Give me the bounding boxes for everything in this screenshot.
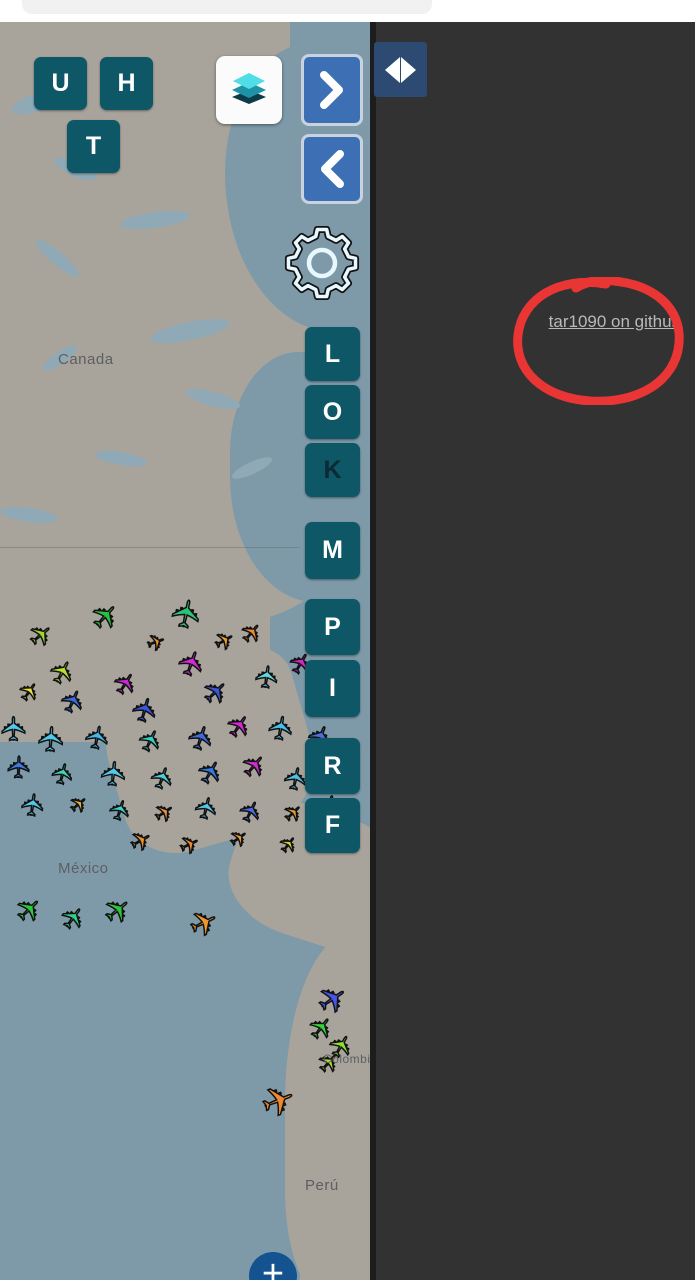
map-button-T-label: T xyxy=(85,132,102,160)
settings-button[interactable] xyxy=(283,225,361,306)
map-button-R-label: R xyxy=(323,751,342,780)
sidebar-toggle-button[interactable] xyxy=(374,42,427,97)
gear-icon xyxy=(284,225,360,306)
map-button-K[interactable]: K xyxy=(305,443,360,497)
map-button-U[interactable]: U xyxy=(34,57,87,110)
map-button-O-label: O xyxy=(322,397,343,426)
map-button-H[interactable]: H xyxy=(100,57,153,110)
map-button-R[interactable]: R xyxy=(305,738,360,794)
map-button-O[interactable]: O xyxy=(305,385,360,439)
map-button-K-label: K xyxy=(323,455,342,484)
layers-button[interactable] xyxy=(216,56,282,124)
map-button-T[interactable]: T xyxy=(67,120,120,173)
map-button-H-label: H xyxy=(117,69,136,97)
map-button-I[interactable]: I xyxy=(305,660,360,717)
plus-icon: + xyxy=(261,1252,285,1280)
arrow-right-icon xyxy=(401,56,416,83)
map-button-F-label: F xyxy=(324,811,341,839)
browser-top-bar xyxy=(0,0,695,22)
map-button-L-label: L xyxy=(324,339,341,368)
github-link-row: tar1090 on github xyxy=(549,312,681,332)
arrow-left-icon xyxy=(385,56,400,83)
tar1090-github-link[interactable]: tar1090 on github xyxy=(549,312,681,331)
panel-collapse-left-button[interactable] xyxy=(301,134,363,204)
map-button-M-label: M xyxy=(322,536,343,564)
map-button-M[interactable]: M xyxy=(305,522,360,579)
panel-expand-right-button[interactable] xyxy=(301,54,363,126)
chevron-left-icon xyxy=(319,149,345,189)
layers-icon xyxy=(227,68,271,113)
map-button-F[interactable]: F xyxy=(305,798,360,853)
map-button-L[interactable]: L xyxy=(305,327,360,381)
chevron-right-icon xyxy=(319,70,345,110)
map-canvas[interactable]: ✈ ✈ ✈ ✈ ✈ ✈ ✈ ✈ ✈ ✈ ✈ ✈ ✈ ✈ ✈ ✈ ✈ ✈ ✈ ✈ … xyxy=(0,22,370,1280)
info-sidebar: Improve Coverage: adsbexchange.com Premi… xyxy=(370,22,695,1280)
browser-tab-pill[interactable] xyxy=(22,0,432,14)
map-button-P-label: P xyxy=(324,612,341,641)
map-button-U-label: U xyxy=(51,69,70,97)
map-button-P[interactable]: P xyxy=(305,599,360,655)
map-button-I-label: I xyxy=(329,674,336,702)
